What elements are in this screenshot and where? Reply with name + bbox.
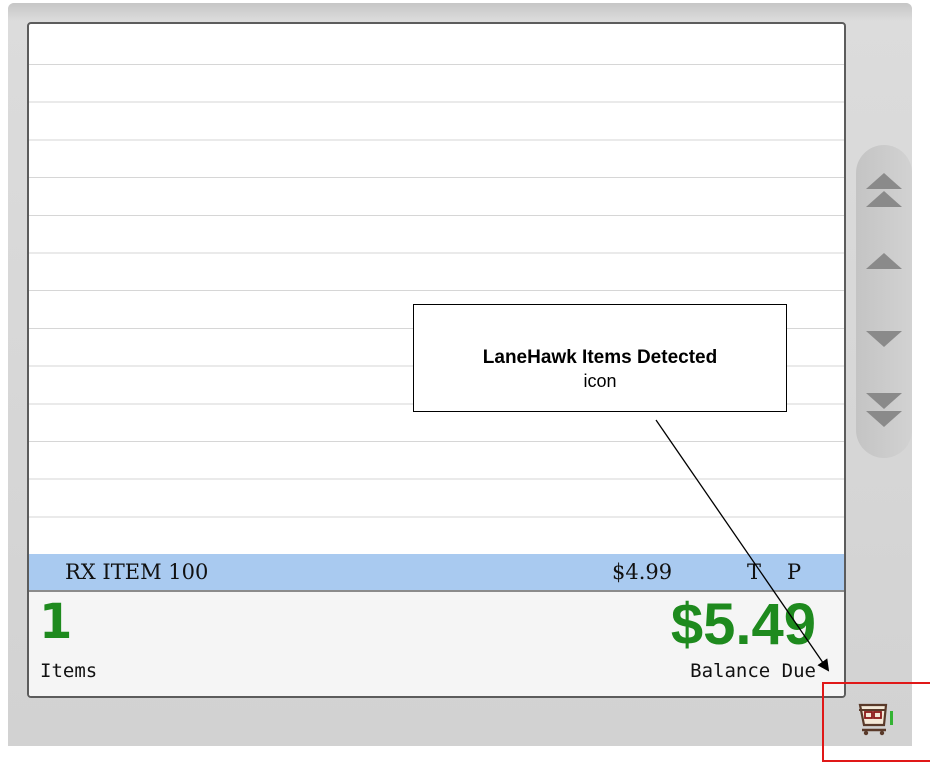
callout-subtitle: icon	[583, 371, 617, 391]
lanehawk-callout: LaneHawk Items Detected icon	[413, 304, 787, 412]
shopping-cart-icon[interactable]	[856, 697, 896, 737]
callout-title: LaneHawk Items Detected	[482, 347, 718, 368]
